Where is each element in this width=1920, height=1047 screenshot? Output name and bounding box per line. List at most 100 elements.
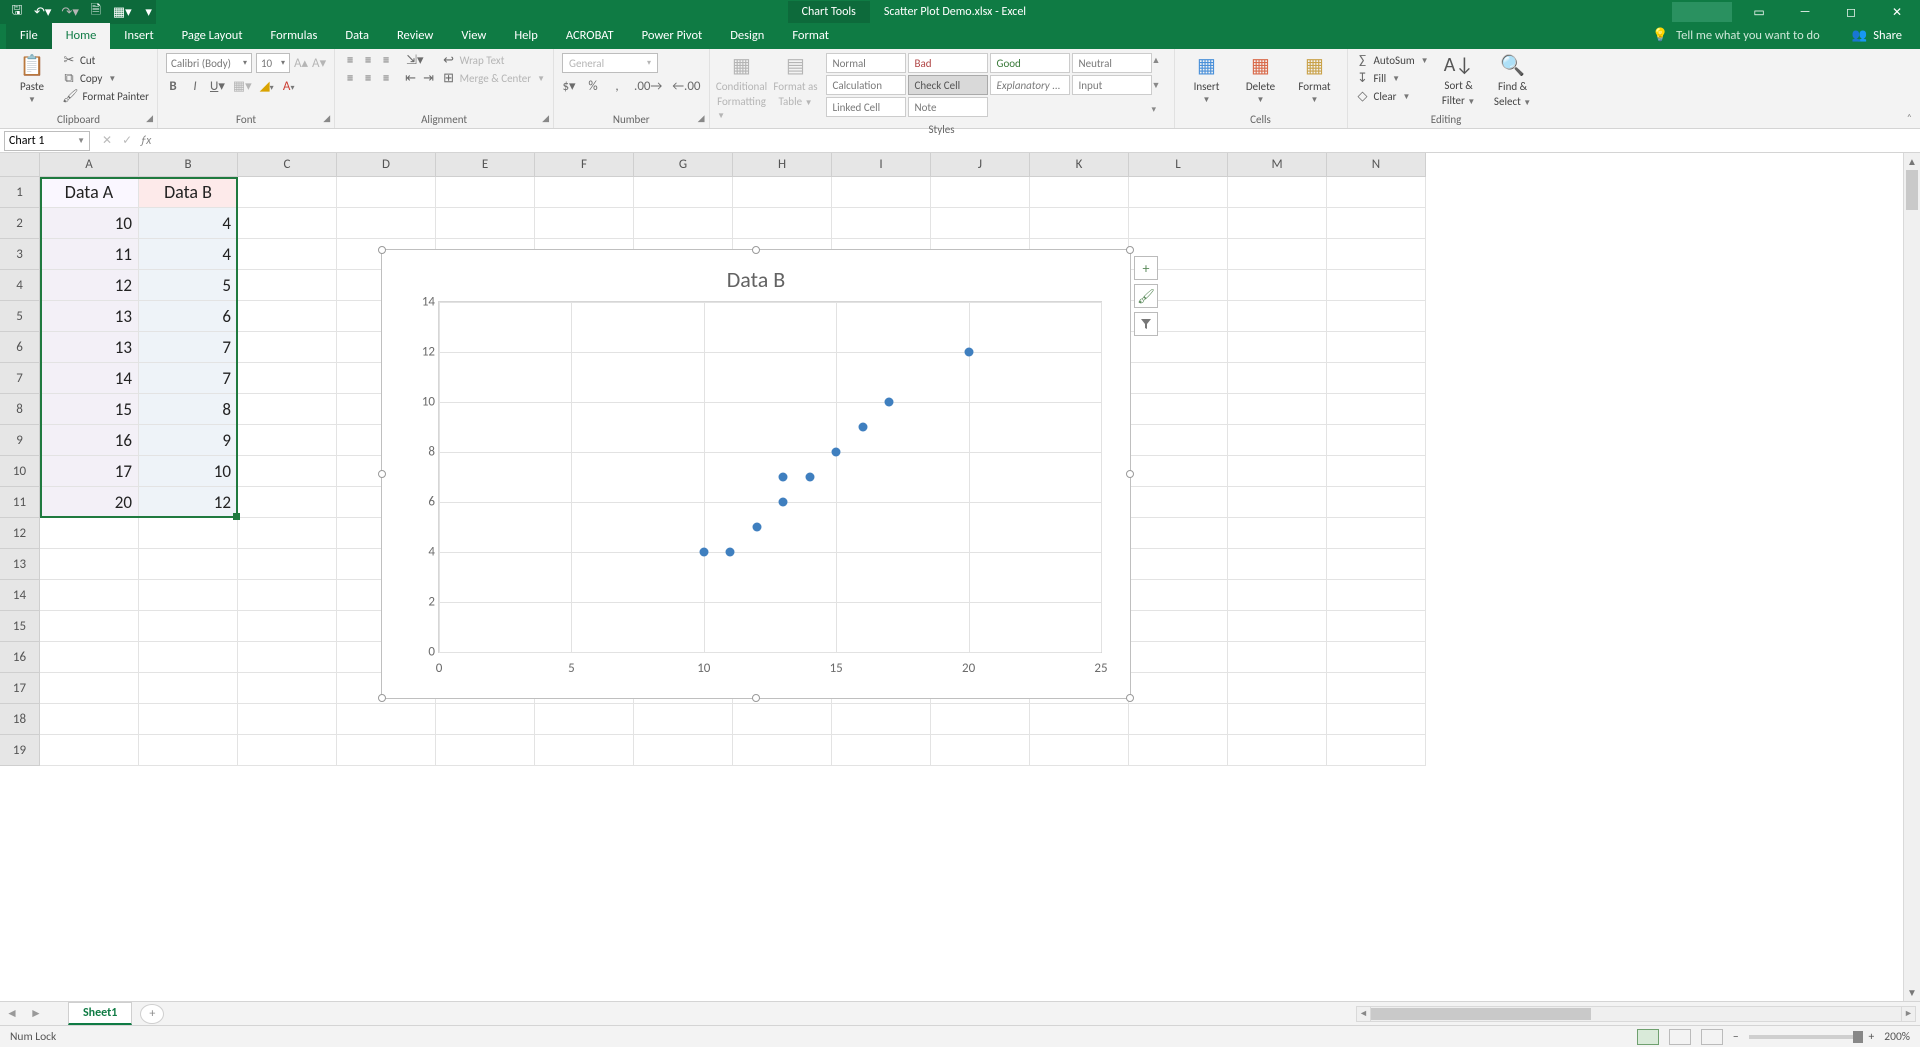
cell[interactable]	[337, 704, 436, 735]
ribbon-tab-review[interactable]: Review	[383, 23, 447, 49]
cell[interactable]: 15	[40, 394, 139, 425]
cell[interactable]	[1129, 394, 1228, 425]
cell[interactable]	[931, 208, 1030, 239]
cell[interactable]	[1327, 394, 1426, 425]
cell[interactable]: 16	[40, 425, 139, 456]
cell[interactable]	[1129, 425, 1228, 456]
cell[interactable]: 7	[139, 363, 238, 394]
number-format-combo[interactable]: General▾	[562, 53, 658, 73]
cell[interactable]	[1129, 177, 1228, 208]
cell[interactable]	[1327, 580, 1426, 611]
cell[interactable]: 6	[139, 301, 238, 332]
cell[interactable]	[1030, 704, 1129, 735]
data-point[interactable]	[964, 348, 973, 357]
cell[interactable]	[40, 735, 139, 766]
cell[interactable]	[832, 735, 931, 766]
column-header[interactable]: E	[436, 153, 535, 177]
normal-view-button[interactable]	[1637, 1029, 1659, 1045]
cell[interactable]: 13	[40, 332, 139, 363]
ribbon-tab-format[interactable]: Format	[778, 23, 843, 49]
resize-handle[interactable]	[1126, 694, 1134, 702]
collapse-ribbon-icon[interactable]: ˄	[1907, 111, 1912, 124]
cell[interactable]	[139, 580, 238, 611]
data-point[interactable]	[858, 423, 867, 432]
row-header[interactable]: 4	[0, 270, 40, 301]
cell[interactable]	[1030, 208, 1129, 239]
row-header[interactable]: 10	[0, 456, 40, 487]
chart-object[interactable]: Data B 024681012140510152025 + 🖌	[381, 249, 1131, 699]
resize-handle[interactable]	[752, 246, 760, 254]
cell[interactable]: 5	[139, 270, 238, 301]
sort-filter-button[interactable]: A↓Sort &Filter ▼	[1435, 53, 1483, 107]
cell[interactable]	[1327, 425, 1426, 456]
cell[interactable]	[1030, 177, 1129, 208]
autosum-button[interactable]: ∑AutoSum▼	[1356, 53, 1429, 68]
cell[interactable]	[238, 301, 337, 332]
cell[interactable]	[1327, 487, 1426, 518]
qat-new-icon[interactable]: 🗎	[89, 1, 103, 23]
cell[interactable]	[238, 673, 337, 704]
cell[interactable]	[1327, 673, 1426, 704]
zoom-level[interactable]: 200%	[1884, 1030, 1910, 1044]
cell[interactable]: 10	[139, 456, 238, 487]
increase-decimal-icon[interactable]: .00→	[634, 79, 662, 94]
ribbon-tab-data[interactable]: Data	[331, 23, 383, 49]
data-point[interactable]	[752, 523, 761, 532]
cell[interactable]	[238, 704, 337, 735]
resize-handle[interactable]	[378, 694, 386, 702]
cell[interactable]	[40, 518, 139, 549]
cell[interactable]	[1327, 177, 1426, 208]
ribbon-tab-home[interactable]: Home	[52, 23, 111, 49]
currency-icon[interactable]: $▾	[562, 79, 576, 94]
ribbon-tab-design[interactable]: Design	[716, 23, 778, 49]
cell[interactable]	[238, 518, 337, 549]
row-header[interactable]: 1	[0, 177, 40, 208]
cell[interactable]	[436, 704, 535, 735]
cell-style-option[interactable]: Bad	[908, 53, 988, 73]
cell[interactable]	[1129, 332, 1228, 363]
cell[interactable]: 12	[40, 270, 139, 301]
find-select-button[interactable]: 🔍Find &Select ▼	[1489, 53, 1537, 108]
fill-button[interactable]: ↧Fill▼	[1356, 71, 1429, 86]
cell-style-option[interactable]: Note	[908, 97, 988, 117]
cell[interactable]	[1129, 363, 1228, 394]
cut-button[interactable]: ✂Cut	[62, 53, 149, 68]
cell[interactable]	[1327, 363, 1426, 394]
cell[interactable]	[1327, 239, 1426, 270]
chart-plot-area[interactable]: 024681012140510152025	[438, 301, 1102, 653]
cell[interactable]	[139, 642, 238, 673]
redo-icon[interactable]: ↷▾	[61, 5, 78, 20]
worksheet-area[interactable]: ABCDEFGHIJKLMN1Data AData B2104311441255…	[0, 153, 1920, 1001]
zoom-out-button[interactable]: −	[1733, 1030, 1739, 1044]
cell[interactable]	[1129, 704, 1228, 735]
row-header[interactable]: 13	[0, 549, 40, 580]
cell[interactable]	[733, 177, 832, 208]
data-point[interactable]	[832, 448, 841, 457]
cell-style-option[interactable]: Normal	[826, 53, 906, 73]
cell[interactable]	[238, 270, 337, 301]
data-point[interactable]	[726, 548, 735, 557]
scroll-left-icon[interactable]: ◄	[1357, 1007, 1371, 1021]
row-header[interactable]: 5	[0, 301, 40, 332]
cell[interactable]	[1030, 735, 1129, 766]
cell[interactable]: 11	[40, 239, 139, 270]
cell[interactable]	[832, 704, 931, 735]
cell[interactable]: Data B	[139, 177, 238, 208]
cell[interactable]	[1327, 332, 1426, 363]
cell[interactable]	[1327, 549, 1426, 580]
cell[interactable]	[1129, 611, 1228, 642]
column-header[interactable]: M	[1228, 153, 1327, 177]
cell[interactable]	[139, 518, 238, 549]
cell-style-option[interactable]: Check Cell	[908, 75, 988, 95]
cell[interactable]	[931, 177, 1030, 208]
row-header[interactable]: 18	[0, 704, 40, 735]
cell-style-option[interactable]: Linked Cell	[826, 97, 906, 117]
bold-button[interactable]: B	[166, 79, 180, 94]
cell[interactable]	[238, 332, 337, 363]
cell[interactable]: 17	[40, 456, 139, 487]
italic-button[interactable]: I	[188, 79, 202, 94]
row-header[interactable]: 2	[0, 208, 40, 239]
cell[interactable]	[1327, 208, 1426, 239]
name-box[interactable]: Chart 1▼	[4, 131, 90, 151]
row-header[interactable]: 14	[0, 580, 40, 611]
